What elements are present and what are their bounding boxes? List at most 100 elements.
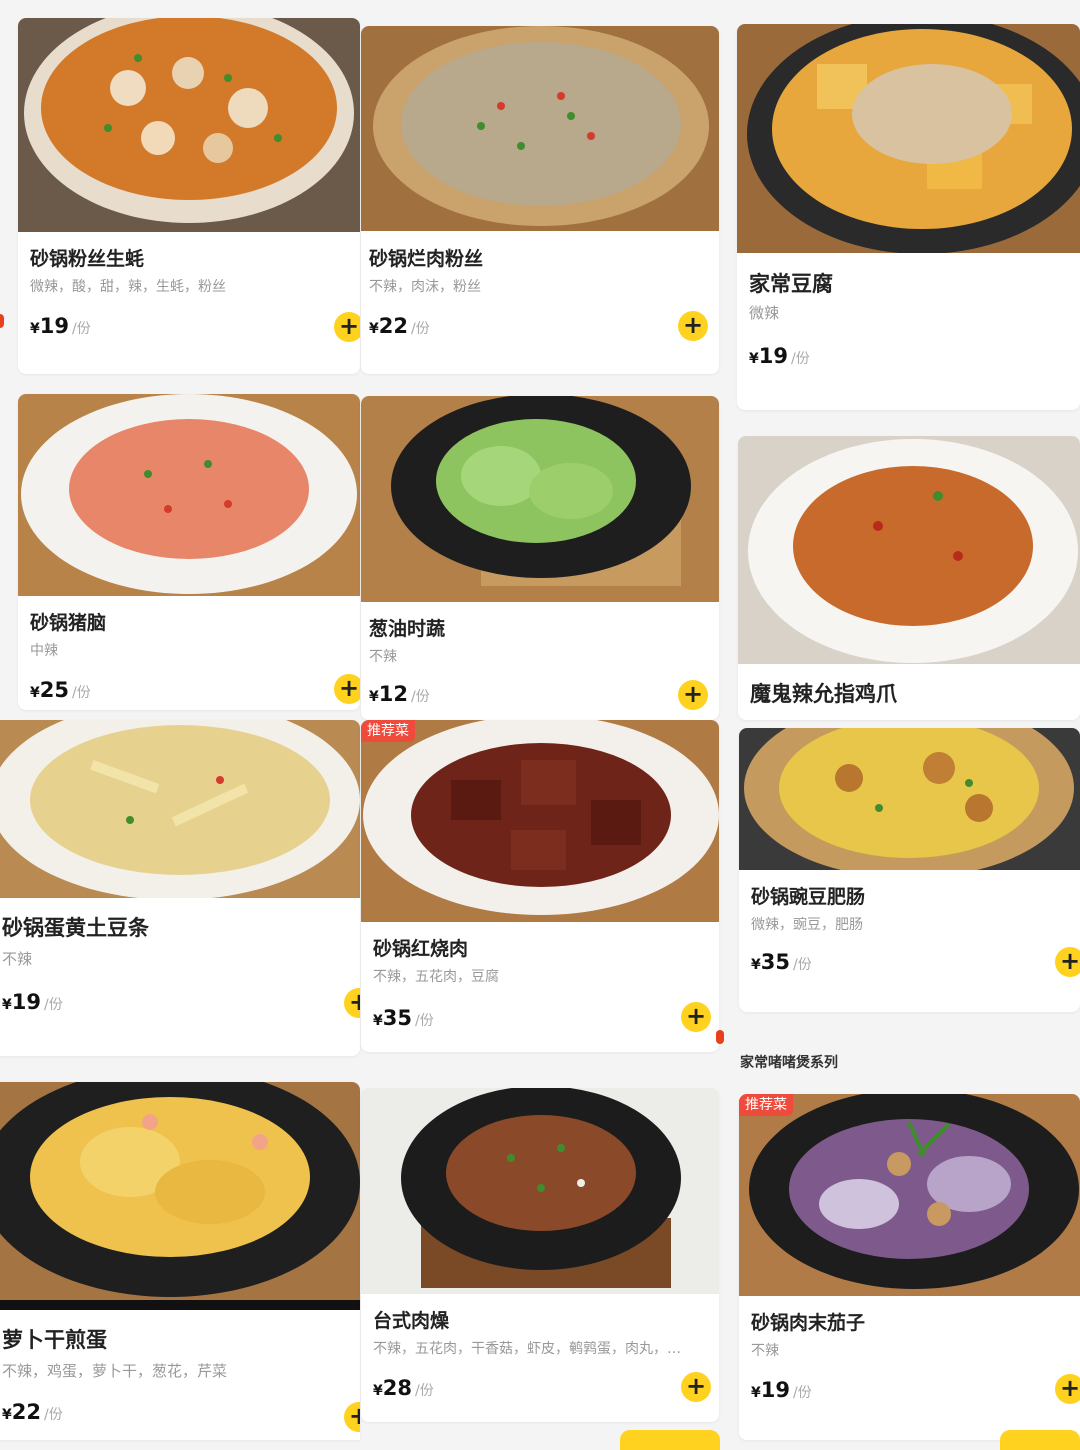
- price-unit: /份: [790, 351, 810, 367]
- currency-symbol: ¥: [30, 685, 40, 701]
- dish-photo: [18, 394, 360, 596]
- price-value: 19: [11, 990, 41, 1014]
- dish-card[interactable]: 推荐菜 砂锅红烧肉 不辣，五花肉，豆腐 ¥35/份 +: [361, 720, 719, 1052]
- recommended-badge: 推荐菜: [739, 1094, 793, 1116]
- dish-photo: [361, 396, 719, 602]
- price-unit: /份: [414, 1383, 434, 1399]
- currency-symbol: ¥: [373, 1013, 383, 1029]
- dish-tags: 不辣，鸡蛋，萝卜干，葱花，芹菜: [2, 1362, 228, 1380]
- dish-name: 砂锅烂肉粉丝: [369, 248, 484, 270]
- dish-card[interactable]: 葱油时蔬 不辣 ¥12/份 +: [361, 396, 719, 720]
- dish-price: ¥22/份: [369, 314, 430, 338]
- price-value: 25: [39, 678, 69, 702]
- currency-symbol: ¥: [751, 957, 761, 973]
- price-value: 19: [760, 1378, 790, 1402]
- add-to-cart-button[interactable]: +: [678, 311, 708, 341]
- dish-photo: [0, 1082, 360, 1310]
- bottom-action-bar[interactable]: [620, 1430, 720, 1450]
- dish-tags: 不辣，五花肉，干香菇，虾皮，鹌鹑蛋，肉丸，…: [373, 1341, 681, 1357]
- price-unit: /份: [414, 1013, 434, 1029]
- currency-symbol: ¥: [369, 689, 379, 705]
- dish-card[interactable]: 砂锅豌豆肥肠 微辣，豌豆，肥肠 ¥35/份 +: [739, 728, 1080, 1012]
- add-to-cart-button[interactable]: +: [1055, 1374, 1080, 1404]
- dish-tags: 中辣: [30, 643, 58, 659]
- add-to-cart-button[interactable]: +: [678, 680, 708, 710]
- bottom-action-bar[interactable]: [1000, 1430, 1080, 1450]
- dish-name: 砂锅肉末茄子: [751, 1312, 866, 1334]
- dish-name: 魔鬼辣允指鸡爪: [750, 682, 897, 706]
- dish-name: 台式肉燥: [373, 1310, 450, 1332]
- price-unit: /份: [792, 1385, 812, 1401]
- add-to-cart-button[interactable]: +: [334, 312, 360, 342]
- price-value: 12: [378, 682, 408, 706]
- price-value: 35: [382, 1006, 412, 1030]
- dish-photo: [0, 720, 360, 898]
- currency-symbol: ¥: [373, 1383, 383, 1399]
- price-unit: /份: [410, 689, 430, 705]
- dish-photo: [738, 436, 1080, 664]
- add-to-cart-button[interactable]: +: [334, 674, 360, 704]
- dish-name: 砂锅豌豆肥肠: [751, 886, 866, 908]
- dish-tags: 微辣，酸，甜，辣，生蚝，粉丝: [30, 279, 226, 295]
- add-to-cart-button[interactable]: +: [344, 988, 360, 1018]
- dish-photo: [739, 728, 1080, 870]
- dish-card[interactable]: 砂锅烂肉粉丝 不辣，肉沫，粉丝 ¥22/份 +: [361, 26, 719, 374]
- currency-symbol: ¥: [369, 321, 379, 337]
- dish-tags: 微辣: [749, 304, 780, 322]
- add-to-cart-button[interactable]: +: [1055, 947, 1080, 977]
- currency-symbol: ¥: [2, 997, 12, 1013]
- dish-price: ¥22/份: [2, 1400, 63, 1424]
- dish-card[interactable]: 台式肉燥 不辣，五花肉，干香菇，虾皮，鹌鹑蛋，肉丸，… ¥28/份 +: [361, 1088, 719, 1422]
- price-unit: /份: [71, 685, 91, 701]
- price-unit: /份: [71, 321, 91, 337]
- dish-card[interactable]: 砂锅粉丝生蚝 微辣，酸，甜，辣，生蚝，粉丝 ¥19/份 +: [18, 18, 360, 374]
- dish-price: ¥35/份: [751, 950, 812, 974]
- dish-photo: [739, 1094, 1080, 1296]
- currency-symbol: ¥: [749, 351, 759, 367]
- currency-symbol: ¥: [30, 321, 40, 337]
- dish-photo: [361, 720, 719, 922]
- dish-photo: [361, 1088, 719, 1294]
- dish-tags: 不辣，五花肉，豆腐: [373, 969, 499, 985]
- dish-price: ¥19/份: [751, 1378, 812, 1402]
- price-unit: /份: [410, 321, 430, 337]
- price-value: 19: [39, 314, 69, 338]
- dish-tags: 微辣，豌豆，肥肠: [751, 917, 863, 933]
- dish-name: 萝卜干煎蛋: [2, 1328, 107, 1352]
- dish-card[interactable]: 推荐菜 砂锅肉末茄子 不辣 ¥19/份 +: [739, 1094, 1080, 1440]
- dish-photo: [361, 26, 719, 231]
- currency-symbol: ¥: [751, 1385, 761, 1401]
- dish-price: ¥28/份: [373, 1376, 434, 1400]
- price-value: 35: [760, 950, 790, 974]
- add-to-cart-button[interactable]: +: [681, 1002, 711, 1032]
- dish-price: ¥19/份: [749, 344, 810, 368]
- price-value: 28: [382, 1376, 412, 1400]
- dish-name: 家常豆腐: [749, 272, 833, 296]
- dish-card[interactable]: 萝卜干煎蛋 不辣，鸡蛋，萝卜干，葱花，芹菜 ¥22/份 +: [0, 1082, 360, 1440]
- price-unit: /份: [43, 1407, 63, 1423]
- dish-card[interactable]: 魔鬼辣允指鸡爪: [738, 436, 1080, 720]
- price-value: 22: [11, 1400, 41, 1424]
- add-to-cart-button[interactable]: +: [344, 1402, 360, 1432]
- recommended-badge: 推荐菜: [361, 720, 415, 742]
- currency-symbol: ¥: [2, 1407, 12, 1423]
- dish-price: ¥25/份: [30, 678, 91, 702]
- add-to-cart-button[interactable]: +: [681, 1372, 711, 1402]
- dish-card[interactable]: 砂锅蛋黄土豆条 不辣 ¥19/份 +: [0, 720, 360, 1056]
- dish-tags: 不辣: [369, 649, 397, 665]
- dish-price: ¥12/份: [369, 682, 430, 706]
- price-value: 19: [758, 344, 788, 368]
- dish-tags: 不辣，肉沫，粉丝: [369, 279, 481, 295]
- price-unit: /份: [43, 997, 63, 1013]
- cart-indicator-dot: [0, 314, 4, 328]
- dish-tags: 不辣: [751, 1343, 779, 1359]
- section-title: 家常啫啫煲系列: [740, 1055, 838, 1071]
- dish-card[interactable]: 砂锅猪脑 中辣 ¥25/份 +: [18, 394, 360, 710]
- dish-name: 砂锅猪脑: [30, 612, 107, 634]
- dish-photo: [737, 24, 1080, 253]
- price-unit: /份: [792, 957, 812, 973]
- dish-price: ¥19/份: [30, 314, 91, 338]
- dish-card[interactable]: 家常豆腐 微辣 ¥19/份: [737, 24, 1080, 410]
- dish-photo: [18, 18, 360, 232]
- dish-name: 砂锅红烧肉: [373, 938, 469, 960]
